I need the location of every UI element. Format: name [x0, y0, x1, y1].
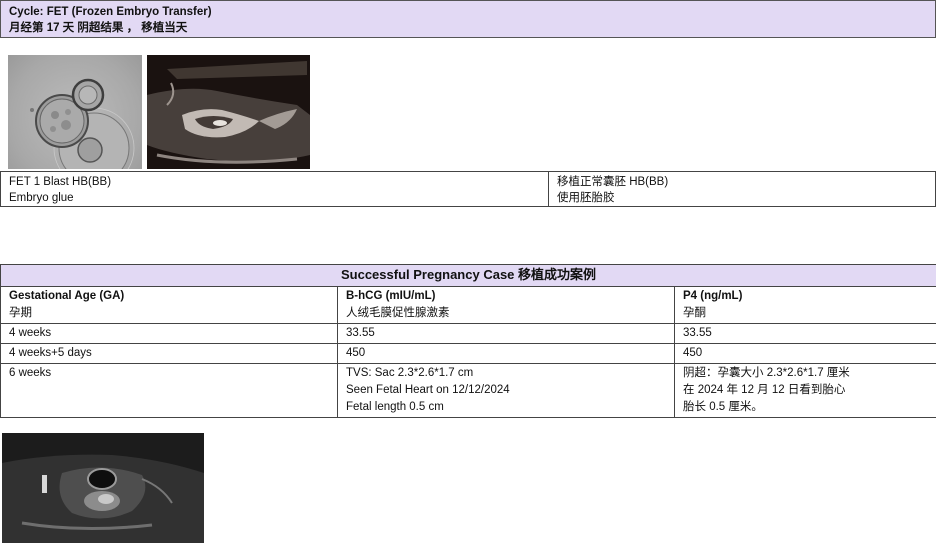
cell-ga: 4 weeks+5 days — [0, 343, 338, 364]
cell-ga: 6 weeks — [0, 363, 338, 418]
tvs-sac-note-zh: 阴超：孕囊大小 2.3*2.6*1.7 厘米 — [683, 367, 850, 379]
cell-bhcg: 450 — [337, 343, 675, 364]
header-bhcg-zh: 人绒毛膜促性腺激素 — [346, 307, 450, 319]
fetal-heart-note-zh: 在 2024 年 12 月 12 日看到胎心 — [683, 384, 846, 396]
header-bhcg: B-hCG (mIU/mL) 人绒毛膜促性腺激素 — [337, 286, 675, 324]
pregnancy-table-title: Successful Pregnancy Case 移植成功案例 — [0, 264, 936, 287]
table-row: 6 weeks TVS: Sac 2.3*2.6*1.7 cm Seen Fet… — [0, 363, 936, 418]
fet-info-table: FET 1 Blast HB(BB) Embryo glue 移植正常囊胚 HB… — [0, 171, 936, 207]
table-row: 4 weeks+5 days 450 450 — [0, 343, 936, 364]
cell-p4: 450 — [673, 343, 936, 364]
fetal-length-note-zh: 胎长 0.5 厘米。 — [683, 401, 763, 413]
fetal-heart-note: Seen Fetal Heart on 12/12/2024 — [346, 384, 510, 396]
cell-bhcg: 33.55 — [337, 323, 675, 344]
header-p4: P4 (ng/mL) 孕酮 — [673, 286, 936, 324]
fetal-length-note: Fetal length 0.5 cm — [346, 401, 444, 413]
embryo-microscope-image — [8, 55, 142, 169]
embryo-glue-label-zh: 使用胚胎胶 — [557, 192, 615, 204]
tvs-sac-note: TVS: Sac 2.3*2.6*1.7 cm — [346, 367, 474, 379]
fet-blast-label: FET 1 Blast HB(BB) — [9, 176, 112, 188]
fet-info-english: FET 1 Blast HB(BB) Embryo glue — [1, 172, 549, 206]
header-p4-en: P4 (ng/mL) — [683, 290, 743, 302]
cycle-subtitle: 月经第 17 天 阴超结果 ， 移植当天 — [9, 22, 188, 34]
fet-blast-label-zh: 移植正常囊胚 HB(BB) — [557, 176, 669, 188]
cell-p4-notes: 阴超：孕囊大小 2.3*2.6*1.7 厘米 在 2024 年 12 月 12 … — [673, 363, 936, 418]
table-header-row: Gestational Age (GA) 孕期 B-hCG (mIU/mL) 人… — [0, 286, 936, 324]
cell-p4: 33.55 — [673, 323, 936, 344]
cycle-title: Cycle: FET (Frozen Embryo Transfer) — [9, 6, 212, 18]
header-bhcg-en: B-hCG (mIU/mL) — [346, 290, 436, 302]
pregnancy-results-table: Successful Pregnancy Case 移植成功案例 Gestati… — [0, 264, 936, 418]
cell-bhcg-notes: TVS: Sac 2.3*2.6*1.7 cm Seen Fetal Heart… — [337, 363, 675, 418]
embryo-glue-label: Embryo glue — [9, 192, 74, 204]
cycle-header: Cycle: FET (Frozen Embryo Transfer) 月经第 … — [0, 0, 936, 38]
transfer-ultrasound-image — [147, 55, 310, 169]
header-ga-en: Gestational Age (GA) — [9, 290, 125, 302]
header-p4-zh: 孕酮 — [683, 307, 706, 319]
header-ga-zh: 孕期 — [9, 307, 32, 319]
table-row: 4 weeks 33.55 33.55 — [0, 323, 936, 344]
pregnancy-ultrasound-image — [2, 433, 204, 543]
fet-info-chinese: 移植正常囊胚 HB(BB) 使用胚胎胶 — [549, 172, 935, 206]
header-ga: Gestational Age (GA) 孕期 — [0, 286, 338, 324]
cell-ga: 4 weeks — [0, 323, 338, 344]
